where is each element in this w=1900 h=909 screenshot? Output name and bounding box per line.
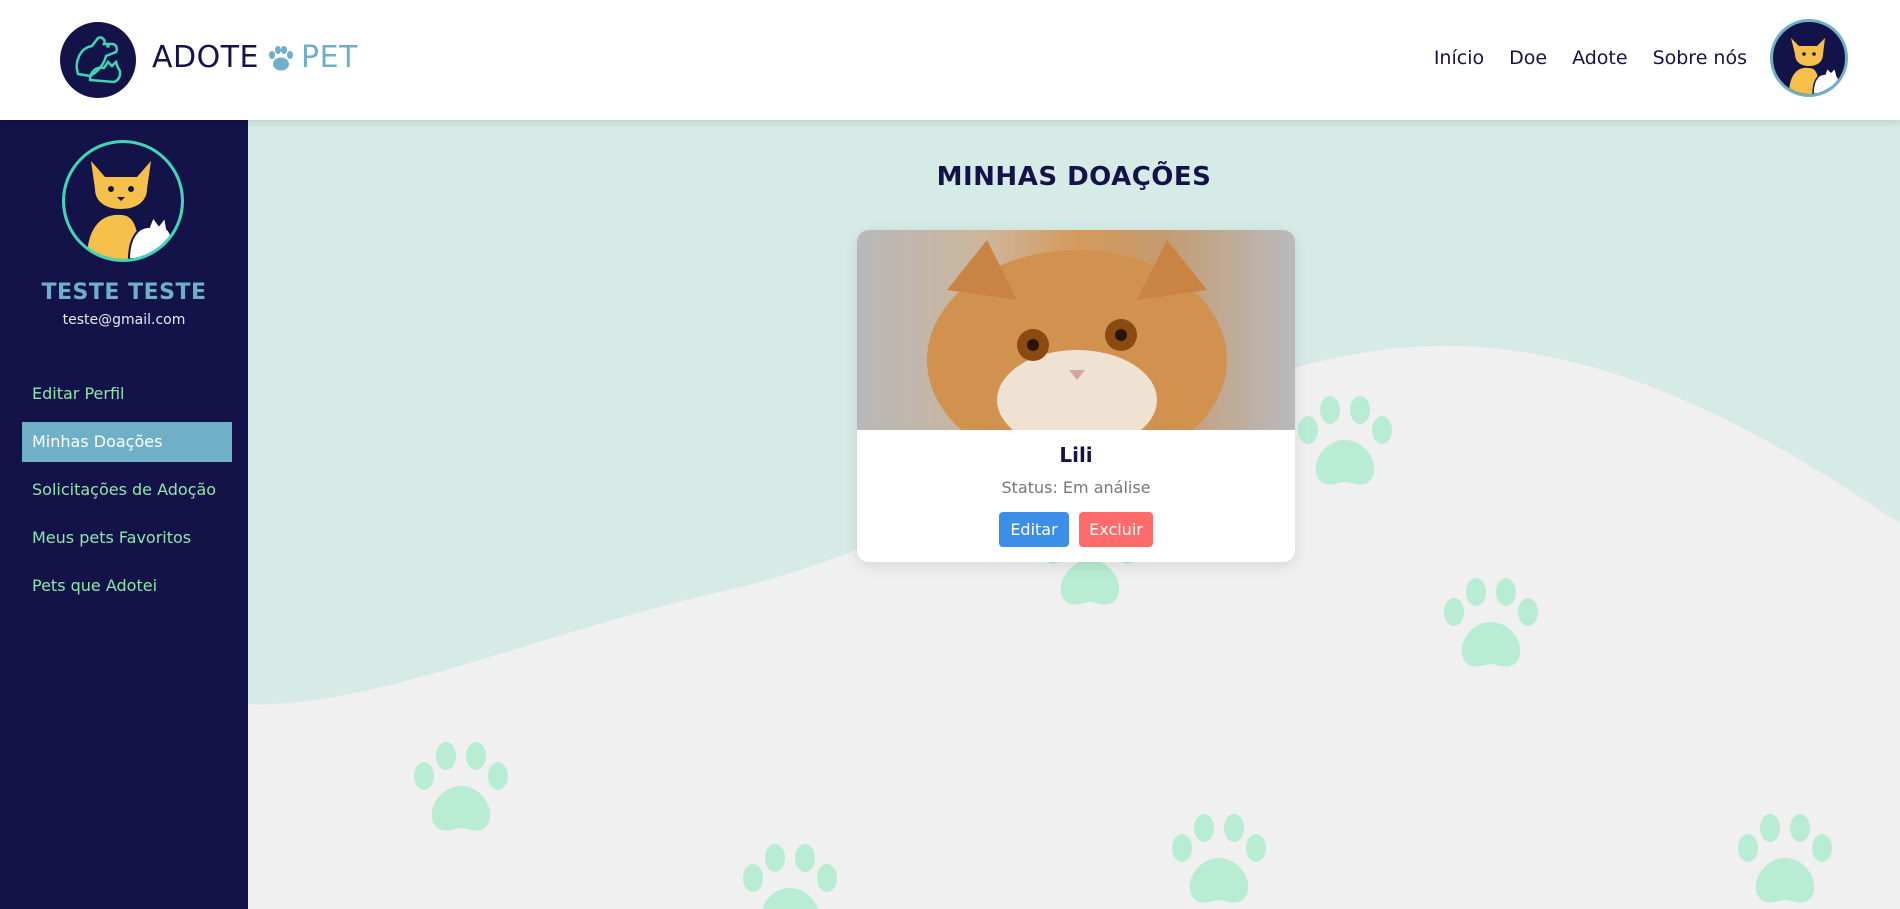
paw-decoration-icon — [1298, 396, 1392, 485]
nav-link-adote[interactable]: Adote — [1572, 47, 1628, 69]
brand-right-text: PET — [301, 40, 358, 75]
paw-decoration-icon — [743, 844, 837, 909]
profile-menu: Editar Perfil Minhas Doações Solicitaçõe… — [22, 374, 232, 614]
paw-decoration-icon — [1738, 814, 1832, 903]
profile-user-name: TESTE TESTE — [41, 280, 207, 305]
brand-left-text: ADOTE — [152, 40, 260, 75]
sidebar-item-editar-perfil[interactable]: Editar Perfil — [22, 374, 232, 414]
page-title: MINHAS DOAÇÕES — [936, 162, 1212, 192]
pet-name: Lili — [1059, 443, 1093, 467]
paw-decoration-icon — [1172, 814, 1266, 903]
nav-link-inicio[interactable]: Início — [1434, 47, 1484, 69]
delete-button[interactable]: Excluir — [1079, 512, 1153, 547]
user-avatar-icon[interactable] — [1770, 19, 1848, 97]
nav-link-doe[interactable]: Doe — [1509, 47, 1547, 69]
dog-cat-logo-icon[interactable] — [60, 22, 136, 98]
top-header: ADOTE PET Início Doe Adote Sobre nós — [0, 0, 1900, 120]
edit-button[interactable]: Editar — [999, 512, 1069, 547]
paw-decoration-icon — [1444, 578, 1538, 667]
paw-decoration-icon — [414, 742, 508, 831]
main-nav: Início Doe Adote Sobre nós — [1434, 47, 1747, 69]
donation-card: Lili Status: Em análise Editar Excluir — [857, 230, 1295, 562]
sidebar-item-pets-adotados[interactable]: Pets que Adotei — [22, 566, 232, 606]
paw-icon — [269, 45, 294, 70]
brand-logo[interactable]: ADOTE PET — [152, 40, 358, 75]
pet-status: Status: Em análise — [1001, 478, 1151, 497]
pet-photo — [857, 230, 1295, 430]
sidebar-item-minhas-doacoes[interactable]: Minhas Doações — [22, 422, 232, 462]
profile-sidebar: TESTE TESTE teste@gmail.com Editar Perfi… — [0, 120, 248, 909]
sidebar-item-pets-favoritos[interactable]: Meus pets Favoritos — [22, 518, 232, 558]
main-content: MINHAS DOAÇÕES Lili Status: Em análise E… — [248, 120, 1900, 909]
nav-link-sobre-nos[interactable]: Sobre nós — [1653, 47, 1747, 69]
profile-avatar-icon — [62, 140, 184, 262]
profile-user-email: teste@gmail.com — [62, 312, 186, 328]
sidebar-item-solicitacoes-adocao[interactable]: Solicitações de Adoção — [22, 470, 232, 510]
